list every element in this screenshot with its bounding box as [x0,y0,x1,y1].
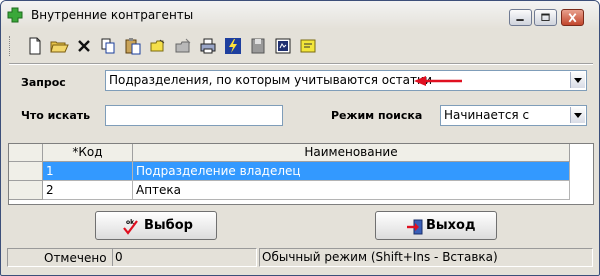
annotation-arrow-icon [414,76,462,86]
table-corner-header [9,144,43,162]
app-cross-icon [7,7,23,23]
window-title: Внутренние контрагенты [31,8,194,22]
query-dropdown[interactable]: Подразделения, по которым учитываются ос… [105,70,587,91]
status-mode-text: Обычный режим (Shift+Ins - Вставка) [262,250,498,264]
folder-gray-icon[interactable] [173,36,193,56]
status-mode-panel: Обычный режим (Shift+Ins - Вставка) [259,248,593,267]
data-table: *Код Наименование 1 Подразделение владел… [8,143,594,205]
lightning-icon[interactable] [223,36,243,56]
query-label: Запрос [21,76,66,89]
toolbar-grip[interactable] [9,36,13,56]
minimize-button[interactable] [509,9,532,26]
maximize-button[interactable] [534,9,557,26]
search-input[interactable] [105,105,283,126]
window: Внутренние контрагенты Запрос Подразделе… [0,0,600,276]
print-icon[interactable] [198,36,218,56]
search-mode-label: Режим поиска [331,109,423,122]
table-cell-code[interactable]: 2 [43,181,133,200]
new-document-icon[interactable] [25,36,45,56]
close-button[interactable] [561,9,584,26]
minimize-icon [516,19,524,21]
query-value: Подразделения, по которым учитываются ос… [109,73,433,87]
maximize-icon [541,13,550,21]
toolbar [7,33,593,59]
column-header-code[interactable]: *Код [43,144,133,162]
search-mode-value: Начинается с [444,108,530,122]
table-cell-code[interactable]: 1 [43,162,133,181]
exit-button[interactable]: Выход [375,211,497,240]
copy-icon[interactable] [98,36,118,56]
status-bar: Отмечено 0 Обычный режим (Shift+Ins - Вс… [7,248,593,268]
column-header-name[interactable]: Наименование [133,144,570,162]
query-dropdown-arrow-icon[interactable] [570,72,585,88]
search-mode-dropdown-arrow-icon[interactable] [570,107,585,123]
status-marked-label: Отмечено [44,251,107,265]
close-icon [568,13,577,23]
row-indicator[interactable] [9,162,43,181]
status-marked-panel: Отмечено 0 [7,248,257,267]
toolbar-separator [9,63,593,65]
exit-door-icon [407,219,423,235]
exit-button-label: Выход [426,218,476,233]
search-label: Что искать [21,109,91,122]
report-icon[interactable] [273,36,293,56]
title-bar[interactable]: Внутренние контрагенты [1,1,599,29]
table-cell-name[interactable]: Аптека [133,181,570,200]
search-mode-dropdown[interactable]: Начинается с [440,105,587,126]
folder-yellow-icon[interactable] [148,36,168,56]
status-marked-count: 0 [112,249,123,266]
choose-button-label: Выбор [144,218,193,233]
paste-icon[interactable] [123,36,143,56]
choose-button[interactable]: ok Выбор [95,211,217,240]
table-cell-name[interactable]: Подразделение владелец [133,162,570,181]
save-disk-icon[interactable] [248,36,268,56]
note-icon[interactable] [298,36,318,56]
ok-check-icon: ok [123,219,138,235]
open-folder-icon[interactable] [49,36,69,56]
row-indicator[interactable] [9,181,43,200]
delete-icon[interactable] [74,36,94,56]
